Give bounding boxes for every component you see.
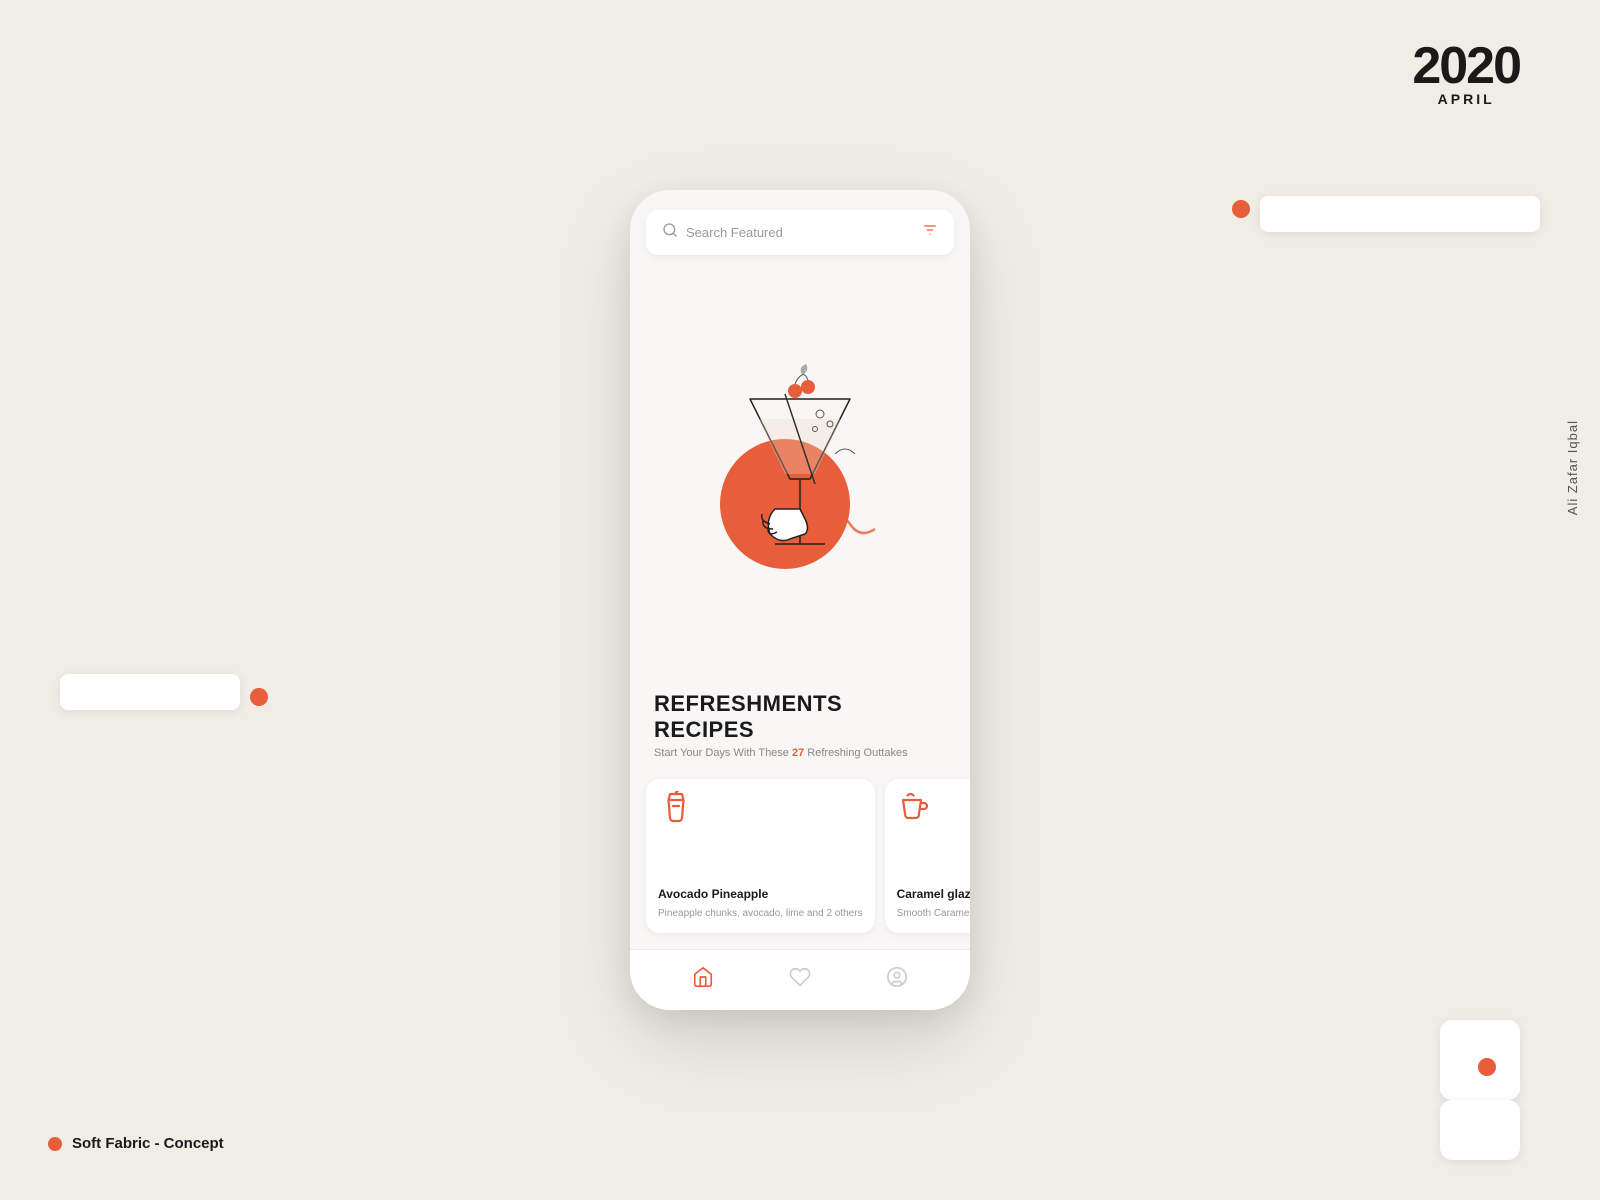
year-text: 2020 [1412,40,1520,92]
subtitle-prefix: Start Your Days With These [654,747,792,759]
phone-frame: Search Featured [630,190,970,1010]
search-left: Search Featured [662,222,783,243]
card-caramel-latte[interactable]: Caramel glazed Latte Smooth Caramel, sug… [885,779,970,933]
card-caramel-desc: Smooth Caramel, sugar and 5 others [897,907,970,921]
subtitle-suffix: Refreshing Outtakes [804,747,907,759]
bottom-nav [630,949,970,1010]
nav-home[interactable] [690,964,716,990]
card-avocado-pineapple[interactable]: Avocado Pineapple Pineapple chunks, avoc… [646,779,875,933]
card-avocado-title: Avocado Pineapple [658,887,863,901]
year-block: 2020 APRIL [1412,40,1520,106]
deco-pill-right-top [1260,196,1540,232]
cocktail-svg [690,359,910,599]
deco-pill-bottom-right2 [1440,1100,1520,1160]
subtitle-count: 27 [792,747,804,759]
cards-row: Avocado Pineapple Pineapple chunks, avoc… [630,771,970,949]
sub-title: Start Your Days With These 27 Refreshing… [654,747,946,759]
filter-icon[interactable] [922,222,938,243]
coffee-cup-icon [897,791,933,827]
brand-label: Soft Fabric - Concept [48,1135,224,1152]
author-name: Ali Zafar Iqbal [1565,420,1580,515]
drink-cup-icon [658,791,694,827]
title-section: REFRESHMENTS RECIPES Start Your Days Wit… [630,691,970,771]
card-avocado-desc: Pineapple chunks, avocado, lime and 2 ot… [658,907,863,921]
brand-dot [48,1137,62,1151]
card-caramel-title: Caramel glazed Latte [897,887,970,901]
nav-favorites[interactable] [787,964,813,990]
nav-profile[interactable] [884,964,910,990]
main-title: REFRESHMENTS RECIPES [654,691,946,743]
search-placeholder-text: Search Featured [686,225,783,240]
search-icon [662,222,678,243]
deco-dot-bottom-right [1478,1058,1496,1076]
phone-inner: Search Featured [630,190,970,1010]
hero-illustration-area [630,267,970,691]
deco-dot-left-bottom [250,688,268,706]
brand-text: Soft Fabric - Concept [72,1135,224,1152]
search-bar[interactable]: Search Featured [646,210,954,255]
hero-illustration [690,359,910,599]
deco-dot-right-top [1232,200,1250,218]
deco-pill-left-bottom [60,674,240,710]
